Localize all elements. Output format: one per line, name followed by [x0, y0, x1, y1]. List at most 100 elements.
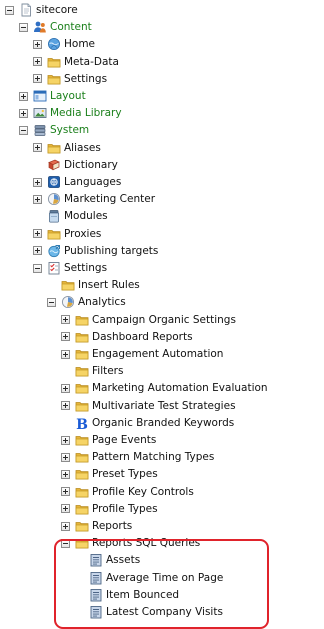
content-people-icon [33, 20, 47, 34]
expand-plus-icon[interactable] [33, 143, 42, 153]
tree-item[interactable]: Publishing targets [33, 243, 158, 259]
collapse-minus-icon[interactable] [19, 125, 28, 135]
marketing-center-icon [47, 192, 61, 206]
folder-icon [75, 364, 89, 378]
expand-plus-icon[interactable] [61, 487, 70, 497]
tree-item-label: Preset Types [92, 468, 158, 481]
tree-item-label: sitecore [36, 4, 78, 16]
collapse-minus-icon[interactable] [33, 263, 42, 273]
tree-item[interactable]: Languages [33, 174, 121, 190]
tree-item-label: Settings [64, 72, 108, 85]
tree-item[interactable]: Meta-Data [33, 54, 119, 70]
folder-icon [75, 467, 89, 481]
bing-b-icon: B [75, 416, 89, 430]
expand-plus-icon[interactable] [61, 469, 70, 479]
tree-item-label: Proxies [64, 227, 102, 240]
folder-icon [75, 450, 89, 464]
expand-plus-icon[interactable] [61, 435, 70, 445]
tree-item[interactable]: Pattern Matching Types [61, 449, 214, 465]
expand-plus-icon[interactable] [61, 332, 70, 342]
expand-plus-icon[interactable] [61, 349, 70, 359]
expand-plus-icon[interactable] [33, 177, 42, 187]
expand-plus-icon[interactable] [61, 383, 70, 393]
tree-item[interactable]: Analytics [47, 294, 126, 310]
languages-icon [47, 175, 61, 189]
tree-item-label: Profile Key Controls [92, 485, 194, 498]
tree-item[interactable]: B Organic Branded Keywords [61, 415, 234, 431]
expand-plus-icon[interactable] [33, 74, 42, 84]
tree-item[interactable]: Campaign Organic Settings [61, 312, 236, 328]
page-icon [19, 3, 33, 17]
expand-plus-icon[interactable] [33, 39, 42, 49]
tree-item-label: Dashboard Reports [92, 330, 193, 343]
folder-icon [75, 433, 89, 447]
tree-item[interactable]: Modules [33, 208, 108, 224]
expand-plus-icon[interactable] [61, 401, 70, 411]
tree-item[interactable]: Marketing Automation Evaluation [61, 380, 268, 396]
tree-item-label: Settings [64, 262, 108, 274]
tree-item-label: Modules [64, 210, 108, 223]
folder-icon [47, 141, 61, 155]
expand-plus-icon[interactable] [19, 108, 28, 118]
tree-item[interactable]: Media Library [19, 105, 122, 121]
settings-checklist-icon [47, 261, 61, 275]
folder-icon [47, 72, 61, 86]
tree-item[interactable]: Settings [33, 260, 107, 276]
tree-item-label: Media Library [50, 107, 122, 120]
highlight-annotation [54, 539, 269, 629]
expand-plus-icon[interactable] [33, 246, 42, 256]
tree-item[interactable]: Engagement Automation [61, 346, 223, 362]
expand-plus-icon[interactable] [19, 91, 28, 101]
folder-icon [61, 278, 75, 292]
expand-plus-icon[interactable] [61, 452, 70, 462]
tree-item[interactable]: Page Events [61, 432, 156, 448]
tree-item[interactable]: Marketing Center [33, 191, 155, 207]
tree-item[interactable]: Profile Types [61, 501, 158, 517]
expand-plus-icon[interactable] [33, 57, 42, 67]
tree-item-label: Organic Branded Keywords [92, 416, 235, 429]
tree-item[interactable]: Dashboard Reports [61, 329, 193, 345]
tree-item[interactable]: Multivariate Test Strategies [61, 398, 236, 414]
content-tree: sitecore Content Home Meta-Data Settings Layo… [0, 0, 324, 624]
tree-item[interactable]: System [19, 122, 89, 138]
tree-item-label: Home [64, 38, 96, 51]
dictionary-book-icon [47, 158, 61, 172]
tree-item-label: Pattern Matching Types [92, 451, 215, 464]
tree-item-label: Reports [92, 520, 133, 532]
tree-item[interactable]: Insert Rules [47, 277, 140, 293]
layout-window-icon [33, 89, 47, 103]
expand-plus-icon[interactable] [61, 521, 70, 531]
tree-item[interactable]: Content [19, 19, 92, 35]
collapse-minus-icon[interactable] [5, 5, 14, 15]
tree-item[interactable]: Dictionary [33, 157, 118, 173]
tree-item[interactable]: Profile Key Controls [61, 484, 194, 500]
folder-icon [75, 399, 89, 413]
expand-plus-icon[interactable] [33, 229, 42, 239]
collapse-minus-icon[interactable] [47, 297, 56, 307]
tree-item-label: Filters [92, 365, 124, 378]
folder-icon [47, 227, 61, 241]
tree-item-label: Insert Rules [78, 279, 140, 292]
tree-item[interactable]: Layout [19, 88, 86, 104]
expand-plus-icon[interactable] [61, 504, 70, 514]
tree-item-label: Campaign Organic Settings [92, 313, 236, 326]
tree-item[interactable]: Settings [33, 71, 107, 87]
folder-icon [75, 347, 89, 361]
collapse-minus-icon[interactable] [19, 22, 28, 32]
tree-item[interactable]: Proxies [33, 226, 101, 242]
tree-item-label: Page Events [92, 434, 157, 446]
tree-item-label: System [50, 124, 90, 137]
tree-item[interactable]: Preset Types [61, 466, 158, 482]
tree-item[interactable]: sitecore [5, 2, 78, 18]
expand-plus-icon[interactable] [33, 194, 42, 204]
expand-plus-icon[interactable] [61, 315, 70, 325]
tree-item-label: Languages [64, 176, 122, 188]
tree-item[interactable]: Reports [61, 518, 132, 534]
tree-item[interactable]: Aliases [33, 140, 101, 156]
tree-item[interactable]: Home [33, 36, 95, 52]
tree-item[interactable]: Filters [61, 363, 123, 379]
